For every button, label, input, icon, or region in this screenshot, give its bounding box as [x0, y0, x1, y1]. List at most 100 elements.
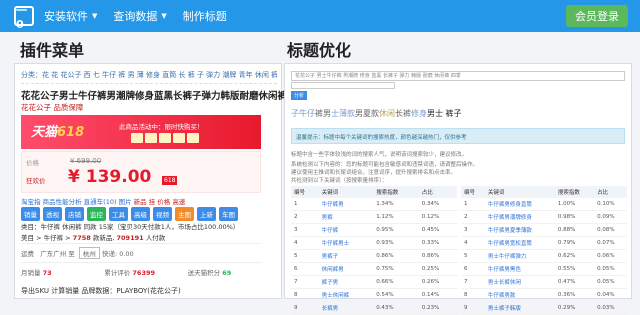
cell-kw[interactable]: 牛仔裤男士 — [318, 236, 374, 250]
divider — [21, 262, 261, 263]
bottom-links[interactable]: 导出SKU 计算销量 品牌数据：PLAYBOY(花花公子) — [21, 286, 181, 296]
table-row[interactable]: 9 男士裤子韩版 0.29% 0.03% — [461, 301, 627, 315]
analyze-button[interactable]: 分析 — [291, 91, 308, 100]
cell-no: 6 — [461, 262, 485, 276]
cell-kw[interactable]: 牛仔裤男黑色 — [484, 262, 555, 276]
table-row[interactable]: 3 牛仔裤 0.95% 0.45% — [291, 223, 457, 237]
advice-text: 建议使用主推词和长尾词组合，注意词序，提升搜索排名和点击率。 — [291, 170, 457, 176]
new-item-link[interactable]: 新品 挂 价格 高速 — [134, 198, 186, 206]
cell-pct: 0.05% — [594, 275, 627, 289]
cell-kw[interactable]: 男裤 — [318, 210, 374, 224]
nav-install-label: 安装软件 — [44, 10, 88, 23]
new-sales-count: 7758 — [72, 234, 91, 242]
shop-button[interactable]: 店铺 — [65, 207, 84, 221]
ship-from: 广东广州 — [40, 250, 67, 258]
main-image-button[interactable]: 主图 — [175, 207, 194, 221]
cell-kw[interactable]: 男士休闲裤 — [318, 288, 374, 302]
logo-icon[interactable]: 一0 — [14, 4, 34, 31]
table-row[interactable]: 4 牛仔裤男宽松直筒 0.79% 0.07% — [461, 236, 627, 250]
new-arrivals-button[interactable]: 上新 — [197, 207, 216, 221]
table-row[interactable]: 8 男士休闲裤 0.54% 0.14% — [291, 288, 457, 302]
cell-no: 5 — [291, 249, 319, 263]
cell-pct: 0.10% — [594, 198, 627, 211]
product-title[interactable]: 花花公子男士牛仔裤男潮牌修身蓝黑长裤子弹力韩版耐磨休闲裤四季 — [21, 88, 306, 102]
table-row[interactable]: 8 牛仔裤男款 0.36% 0.04% — [461, 288, 627, 302]
cell-kw[interactable]: 牛仔裤男 — [318, 198, 374, 211]
divider — [21, 243, 261, 244]
cell-kw[interactable]: 长裤男 — [318, 301, 374, 315]
table-row[interactable]: 4 牛仔裤男士 0.93% 0.33% — [291, 236, 457, 250]
promo-price-label: 狂欢价 — [26, 177, 46, 185]
sales-info: 美目 > 牛仔裤 > 7758 款新品, 709191 人付款 — [21, 234, 166, 242]
table-row[interactable]: 9 长裤男 0.43% 0.23% — [291, 301, 457, 315]
cell-pct: 0.14% — [418, 288, 457, 302]
monitor-button[interactable]: 监控 — [87, 207, 106, 221]
analysis-link[interactable]: 淘宝指 商品性能分析 — [21, 198, 82, 206]
cell-kw[interactable]: 休闲裤男 — [318, 262, 374, 276]
cell-no: 3 — [461, 223, 485, 237]
cell-kw[interactable]: 牛仔裤男款 — [484, 288, 555, 302]
cell-kw[interactable]: 牛仔裤男夏季薄款 — [484, 223, 555, 237]
table-row[interactable]: 5 男士牛仔裤弹力 0.62% 0.06% — [461, 249, 627, 263]
table-row[interactable]: 6 休闲裤男 0.75% 0.25% — [291, 262, 457, 276]
secondary-input[interactable] — [291, 82, 395, 89]
tools-button[interactable]: 工具 — [109, 207, 128, 221]
car-image-button[interactable]: 车图 — [219, 207, 238, 221]
perspective-button[interactable]: 透视 — [43, 207, 62, 221]
through-train-link[interactable]: 直通车(10) 图片 — [84, 198, 132, 206]
cell-kw[interactable]: 牛仔裤 — [318, 223, 374, 237]
cell-no: 8 — [291, 288, 319, 302]
cell-kw[interactable]: 男士裤子韩版 — [484, 301, 555, 315]
cell-no: 5 — [461, 249, 485, 263]
ship-to-select[interactable]: 杭州 — [78, 247, 100, 259]
vip-login-button[interactable]: 会员登录 — [566, 5, 628, 27]
keyword-table-left: 编号 关键词 搜索指数 占比 1 牛仔裤男 1.34% 0.34% 2 男裤 1.12% 0.12%… — [291, 186, 457, 315]
tool-links-row: 淘宝指 商品性能分析 直通车(10) 图片 新品 挂 价格 高速 — [21, 196, 185, 206]
buyer-count: 709191 — [116, 234, 144, 242]
cell-idx: 0.62% — [554, 249, 595, 263]
nav-query-data[interactable]: 查询数据 ▼ — [113, 8, 166, 24]
nav-install-software[interactable]: 安装软件 ▼ — [44, 8, 97, 24]
cell-pct: 0.03% — [594, 301, 627, 315]
table-row[interactable]: 1 牛仔裤男修身直筒 1.00% 0.10% — [461, 198, 627, 211]
table-row[interactable]: 7 裤子男 0.66% 0.26% — [291, 275, 457, 289]
cell-no: 1 — [291, 198, 319, 211]
cell-kw[interactable]: 牛仔裤男修身直筒 — [484, 198, 555, 211]
cell-pct: 0.34% — [418, 198, 457, 211]
table-row[interactable]: 6 牛仔裤男黑色 0.55% 0.05% — [461, 262, 627, 276]
cell-idx: 0.95% — [373, 223, 419, 237]
table-row[interactable]: 5 男裤子 0.86% 0.86% — [291, 249, 457, 263]
cell-idx: 1.34% — [373, 198, 419, 211]
cell-no: 9 — [461, 301, 485, 315]
cell-kw[interactable]: 牛仔裤男潮牌修身 — [484, 210, 555, 224]
cell-no: 7 — [461, 275, 485, 289]
cell-pct: 0.07% — [594, 236, 627, 250]
cell-kw[interactable]: 男士牛仔裤弹力 — [484, 249, 555, 263]
table-row[interactable]: 2 男裤 1.12% 0.12% — [291, 210, 457, 224]
table-row[interactable]: 2 牛仔裤男潮牌修身 0.98% 0.09% — [461, 210, 627, 224]
cell-kw[interactable]: 男裤子 — [318, 249, 374, 263]
table-row[interactable]: 1 牛仔裤男 1.34% 0.34% — [291, 198, 457, 211]
sales-button[interactable]: 销量 — [21, 207, 40, 221]
category-breadcrumb[interactable]: 分类：花 花 花公子 西 七 牛仔 裤 男 薄 修身 直筒 长 裤 子 弹力 潮… — [21, 70, 277, 84]
cell-kw[interactable]: 裤子男 — [318, 275, 374, 289]
video-button[interactable]: 视频 — [153, 207, 172, 221]
shipping-info: 运费 广东广州 至 杭州 快递: 0.00 — [21, 247, 134, 259]
plugin-buttons: 销量 透视 店铺 监控 工具 高级 视频 主图 上新 车图 — [21, 207, 238, 221]
cell-kw[interactable]: 男士长裤休闲 — [484, 275, 555, 289]
advanced-button[interactable]: 高级 — [131, 207, 150, 221]
table-row[interactable]: 3 牛仔裤男夏季薄款 0.88% 0.08% — [461, 223, 627, 237]
keyword-heat-title: 子牛仔裤男士薄款男夏款休闲长裤修身男士 裤子 — [291, 109, 462, 118]
cell-pct: 0.86% — [418, 249, 457, 263]
cell-kw[interactable]: 牛仔裤男宽松直筒 — [484, 236, 555, 250]
shop-name[interactable]: 花花公子 品质保障 — [21, 102, 83, 113]
title-input[interactable]: 花花公子 男士牛仔裤 男潮牌 修身 蓝黑 长裤子 弹力 韩版 耐磨 休闲裤 四季 — [291, 71, 625, 81]
table-row[interactable]: 7 男士长裤休闲 0.47% 0.05% — [461, 275, 627, 289]
cell-idx: 0.88% — [554, 223, 595, 237]
monthly-sales-stat: 月销量 73 — [21, 269, 52, 277]
cell-no: 6 — [291, 262, 319, 276]
price-box: 价格 ¥ 699.00 狂欢价 ¥ 139.00 618 — [21, 151, 261, 193]
keyword-table-right: 编号 关键词 搜索指数 占比 1 牛仔裤男修身直筒 1.00% 0.10% 2 牛仔裤男潮牌修身… — [461, 186, 627, 315]
cell-idx: 0.54% — [373, 288, 419, 302]
nav-make-title[interactable]: 制作标题 — [183, 8, 227, 24]
